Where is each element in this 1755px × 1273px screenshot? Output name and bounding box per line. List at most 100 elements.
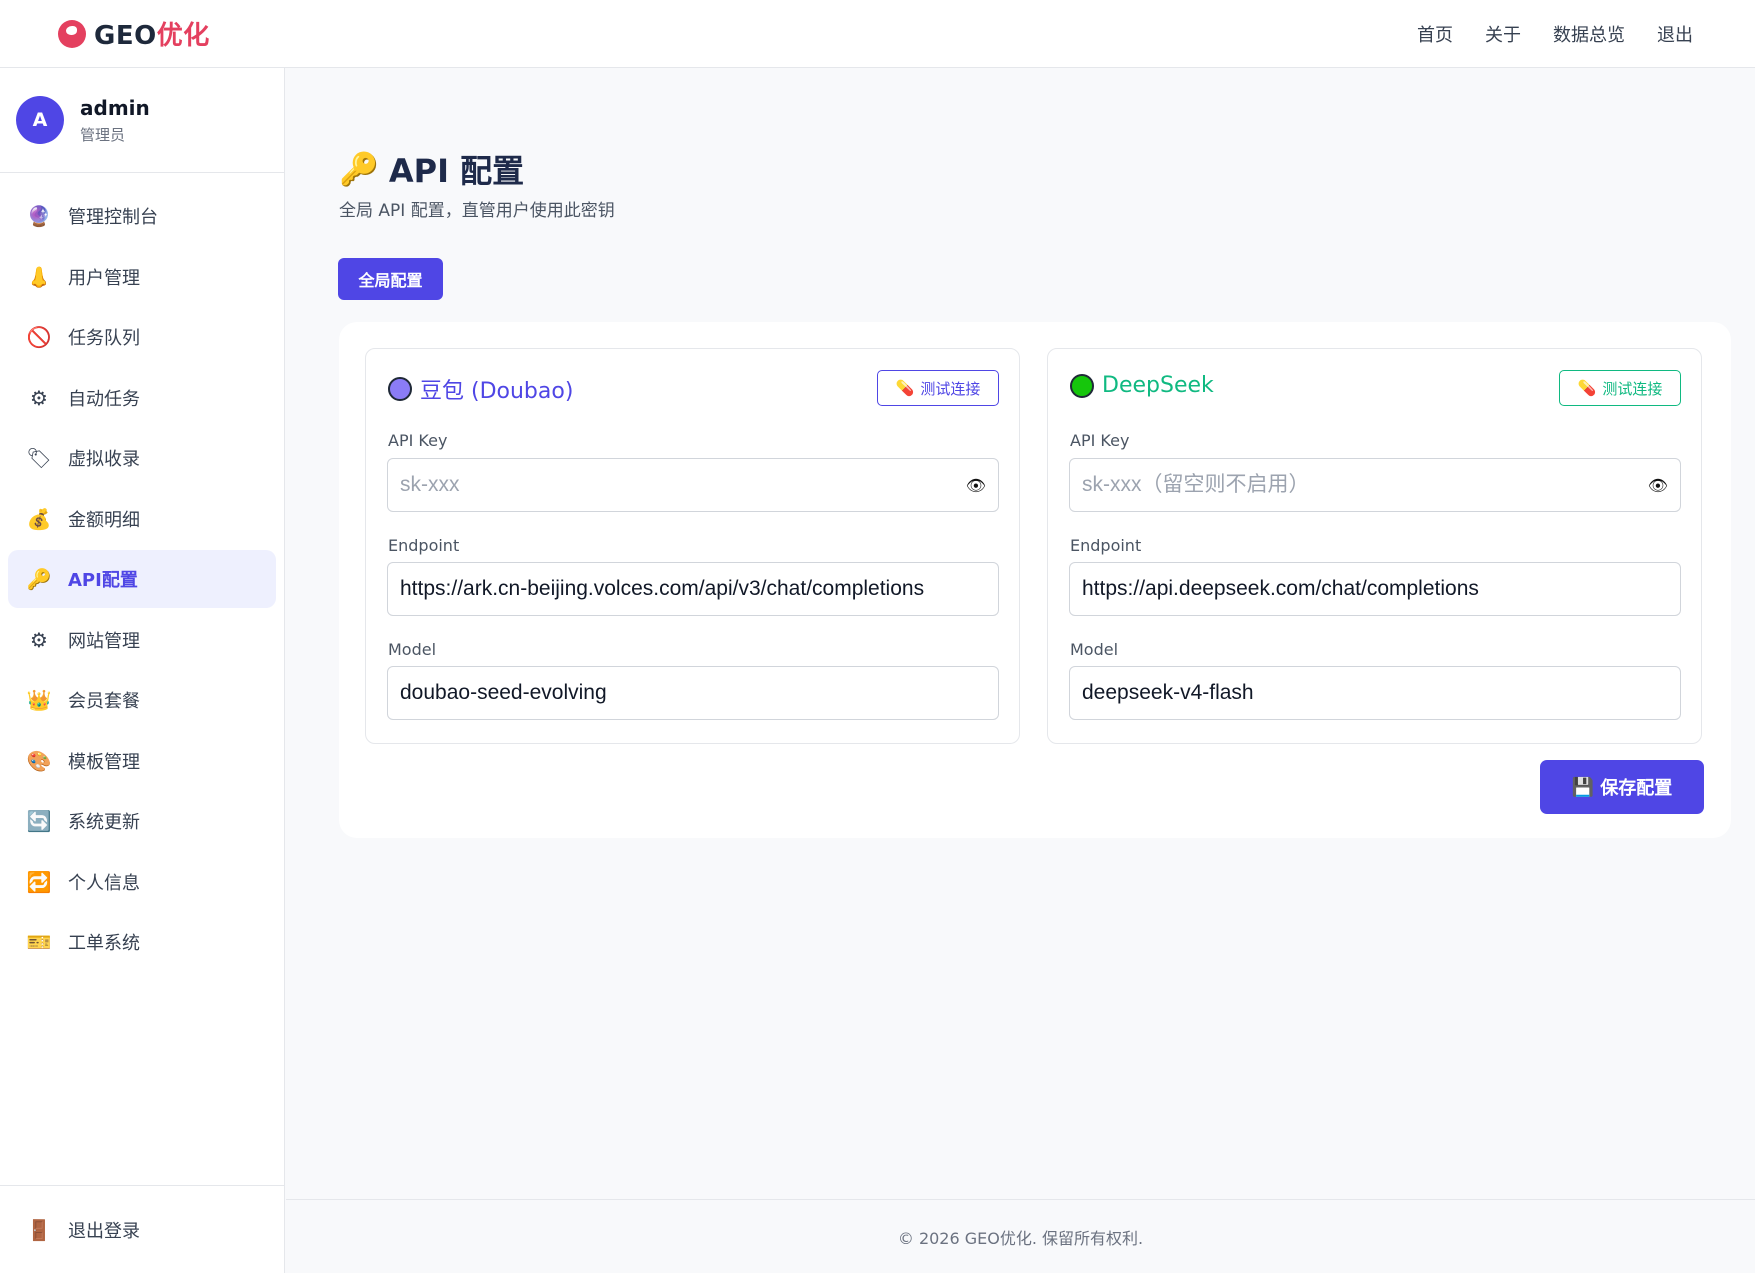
tag-icon: 🏷 [26, 446, 52, 470]
nav-about-link[interactable]: 关于 [1485, 21, 1521, 47]
sidebar-item-8[interactable]: 👑 会员套餐 [8, 671, 276, 729]
top-bar: GEO优化 首页 关于 数据总览 退出 [0, 0, 1755, 68]
gear-icon: ⚙ [30, 385, 48, 410]
provider-card-doubao: 豆包 (Doubao) 💊 测试连接 API Key 👁 Endpoint Mo… [365, 348, 1020, 744]
brand-logo[interactable]: GEO优化 [58, 15, 210, 52]
api-key-label: API Key [1070, 431, 1130, 450]
sidebar-item-5[interactable]: 💰 金额明细 [8, 490, 276, 548]
main-content: 🔑 API 配置 全局 API 配置，直管用户使用此密钥 全局配置 豆包 (Do… [286, 68, 1755, 1273]
test-connection-button[interactable]: 💊 测试连接 [1559, 370, 1681, 406]
config-panel: 豆包 (Doubao) 💊 测试连接 API Key 👁 Endpoint Mo… [339, 322, 1731, 838]
key-icon: 🔑 [26, 567, 52, 591]
sidebar-item-0[interactable]: 🔮 管理控制台 [8, 187, 276, 245]
provider-name: DeepSeek [1102, 373, 1214, 398]
nav-logout-link[interactable]: 退出 [1657, 21, 1693, 47]
model-label: Model [388, 640, 437, 659]
task-queue-icon: 🚫 [26, 325, 52, 349]
endpoint-input[interactable] [1082, 577, 1668, 601]
sidebar-item-label: 个人信息 [68, 872, 140, 894]
repeat-icon: 🔁 [26, 869, 52, 894]
logout-button[interactable]: 🚪 退出登录 [0, 1185, 284, 1273]
sidebar-item-2[interactable]: 🚫 任务队列 [8, 308, 276, 366]
endpoint-label: Endpoint [388, 536, 460, 555]
provider-header: DeepSeek [1070, 373, 1214, 398]
provider-card-deepseek: DeepSeek 💊 测试连接 API Key 👁 Endpoint Model [1047, 348, 1702, 744]
avatar: A [16, 96, 64, 144]
model-input[interactable] [1082, 681, 1668, 705]
ticket-icon: 🎫 [26, 930, 52, 954]
crown-icon: 👑 [26, 688, 52, 712]
eye-icon[interactable]: 👁 [966, 476, 986, 495]
status-dot-icon [1070, 373, 1094, 398]
sidebar-item-label: 网站管理 [68, 630, 140, 652]
page-subtitle: 全局 API 配置，直管用户使用此密钥 [339, 201, 615, 221]
endpoint-field [387, 562, 999, 616]
model-input[interactable] [400, 681, 986, 705]
nav-overview-link[interactable]: 数据总览 [1553, 21, 1625, 47]
users-icon: 👃 [26, 264, 52, 289]
sidebar: A admin 管理员 🔮 管理控制台 👃 用户管理 🚫 任务队列 ⚙ 自动任务 🏷 虚拟收录 💰 金… [0, 68, 285, 1273]
sidebar-item-label: 工单系统 [68, 933, 140, 954]
api-key-input[interactable] [1082, 473, 1648, 497]
endpoint-label: Endpoint [1070, 536, 1142, 555]
user-profile: A admin 管理员 [0, 68, 284, 173]
sidebar-item-label: 虚拟收录 [68, 449, 140, 470]
sidebar-item-label: 会员套餐 [68, 691, 140, 712]
sidebar-item-label: 系统更新 [68, 812, 140, 833]
sidebar-item-10[interactable]: 🔄 系统更新 [8, 792, 276, 850]
test-connection-label: 测试连接 [920, 379, 981, 398]
refresh-icon: 🔄 [26, 809, 52, 833]
api-key-input[interactable] [400, 473, 966, 497]
pill-icon: 💊 [1577, 379, 1597, 397]
endpoint-input[interactable] [400, 577, 986, 601]
sidebar-item-label: 自动任务 [68, 388, 140, 410]
money-bag-icon: 💰 [26, 506, 52, 531]
logout-label: 退出登录 [68, 1220, 140, 1242]
api-key-label: API Key [388, 431, 448, 450]
sidebar-item-1[interactable]: 👃 用户管理 [8, 248, 276, 306]
gear-icon: ⚙ [30, 627, 48, 652]
endpoint-field [1069, 562, 1681, 616]
save-config-button[interactable]: 💾 保存配置 [1540, 760, 1704, 814]
brand-name: GEO优化 [94, 21, 210, 51]
sidebar-item-9[interactable]: 🎨 模板管理 [8, 732, 276, 790]
sidebar-item-3[interactable]: ⚙ 自动任务 [8, 369, 276, 427]
sidebar-item-label: 用户管理 [68, 267, 140, 289]
sidebar-menu: 🔮 管理控制台 👃 用户管理 🚫 任务队列 ⚙ 自动任务 🏷 虚拟收录 💰 金额明细 🔑 API配置 ⚙ 网站… [0, 173, 284, 971]
globe-icon [58, 19, 86, 48]
door-icon: 🚪 [26, 1217, 52, 1242]
sidebar-item-11[interactable]: 🔁 个人信息 [8, 853, 276, 911]
pill-icon: 💊 [895, 379, 915, 397]
sidebar-item-6[interactable]: 🔑 API配置 [8, 550, 276, 608]
model-field [387, 666, 999, 720]
sidebar-item-label: 管理控制台 [68, 207, 158, 228]
eye-icon[interactable]: 👁 [1648, 476, 1668, 495]
footer: © 2026 GEO优化. 保留所有权利. [286, 1199, 1755, 1273]
sidebar-item-label: API配置 [68, 570, 138, 591]
user-name: admin [80, 95, 150, 120]
model-label: Model [1070, 640, 1119, 659]
tab-global-config[interactable]: 全局配置 [338, 258, 443, 300]
user-role: 管理员 [80, 125, 126, 144]
sidebar-item-label: 任务队列 [68, 328, 140, 349]
test-connection-label: 测试连接 [1602, 379, 1663, 398]
provider-header: 豆包 (Doubao) [388, 373, 573, 405]
provider-name: 豆包 (Doubao) [420, 379, 574, 404]
api-key-field: 👁 [387, 458, 999, 512]
model-field [1069, 666, 1681, 720]
save-config-label: 保存配置 [1600, 778, 1673, 799]
crystal-ball-icon: 🔮 [26, 204, 52, 228]
floppy-disk-icon: 💾 [1571, 776, 1595, 798]
top-nav: 首页 关于 数据总览 退出 [1417, 21, 1693, 47]
page-title-text: API 配置 [388, 152, 525, 190]
sidebar-item-12[interactable]: 🎫 工单系统 [8, 913, 276, 971]
page-title: 🔑 API 配置 [339, 146, 524, 192]
sidebar-item-label: 模板管理 [68, 751, 140, 773]
test-connection-button[interactable]: 💊 测试连接 [877, 370, 999, 406]
sidebar-item-4[interactable]: 🏷 虚拟收录 [8, 429, 276, 487]
nav-home-link[interactable]: 首页 [1417, 21, 1453, 47]
api-key-field: 👁 [1069, 458, 1681, 512]
sidebar-item-7[interactable]: ⚙ 网站管理 [8, 611, 276, 669]
palette-icon: 🎨 [26, 748, 52, 773]
key-icon: 🔑 [339, 150, 379, 188]
